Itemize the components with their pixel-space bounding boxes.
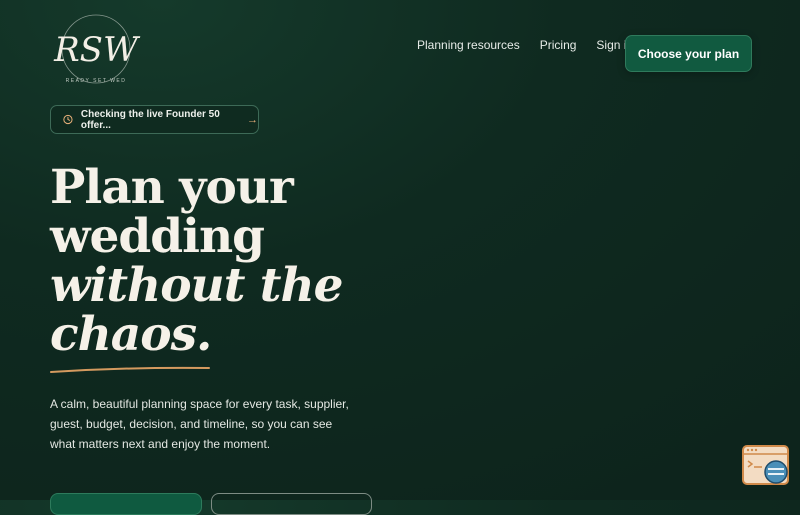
hero-lead-text: A calm, beautiful planning space for eve… <box>50 397 349 451</box>
clock-icon <box>63 114 73 125</box>
brand-logo[interactable]: RSW READY SET WED <box>50 14 142 90</box>
hero-headline: Plan your wedding without the chaos. <box>50 160 344 362</box>
primary-hero-button[interactable] <box>50 493 202 515</box>
headline-underline <box>50 366 210 373</box>
top-nav: Planning resources Pricing Sign in <box>417 38 653 52</box>
arrow-right-icon: → <box>247 113 258 126</box>
nav-planning-resources[interactable]: Planning resources <box>417 38 520 52</box>
logo-initials: RSW <box>53 30 141 70</box>
founder-offer-pill[interactable]: Checking the live Founder 50 offer... → <box>50 105 259 134</box>
terminal-widget[interactable] <box>742 445 790 487</box>
nav-pricing[interactable]: Pricing <box>540 38 577 52</box>
logo-mark: RSW READY SET WED <box>53 14 141 84</box>
logo-tagline: READY SET WED <box>66 78 127 84</box>
headline-line-2: wedding <box>50 209 265 264</box>
terminal-icon <box>742 445 789 485</box>
headline-line-3: without the <box>50 258 344 313</box>
headline-line-4: chaos. <box>50 307 212 362</box>
offer-text: Checking the live Founder 50 offer... <box>80 108 220 131</box>
headline-line-1: Plan your <box>50 160 294 215</box>
choose-plan-button[interactable]: Choose your plan <box>625 35 752 72</box>
secondary-hero-button[interactable] <box>211 493 372 515</box>
